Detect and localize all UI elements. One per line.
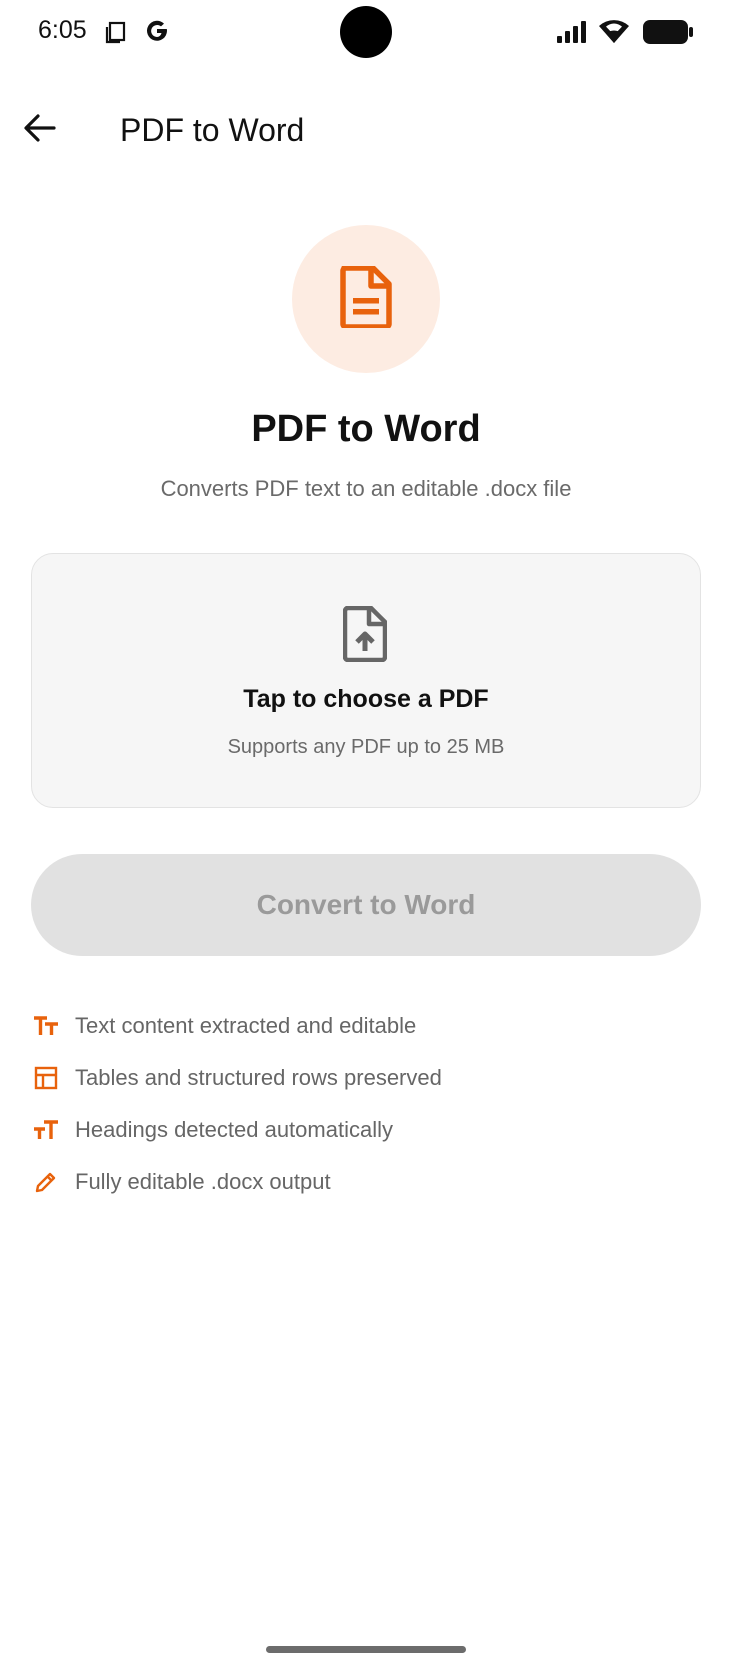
list-item: Fully editable .docx output (31, 1156, 701, 1208)
text-format-icon (31, 1011, 61, 1041)
choose-pdf-dropzone[interactable]: Tap to choose a PDF Supports any PDF up … (31, 553, 701, 808)
file-upload-icon (342, 605, 388, 667)
status-time: 6:05 (38, 16, 87, 44)
pencil-icon (31, 1167, 61, 1197)
feature-list: Text content extracted and editable Tabl… (31, 1000, 701, 1208)
app-bar: PDF to Word (0, 90, 732, 170)
feature-label: Tables and structured rows preserved (75, 1065, 442, 1090)
document-icon (340, 264, 392, 333)
list-item: Tables and structured rows preserved (31, 1052, 701, 1104)
google-icon (144, 18, 170, 49)
dropzone-title: Tap to choose a PDF (243, 685, 489, 713)
list-item: Headings detected automatically (31, 1104, 701, 1156)
arrow-left-icon (23, 113, 57, 148)
feature-label: Headings detected automatically (75, 1117, 393, 1142)
wifi-icon (598, 18, 630, 49)
feature-label: Text content extracted and editable (75, 1013, 417, 1038)
feature-label: Fully editable .docx output (75, 1169, 331, 1194)
signal-icon (556, 20, 588, 49)
battery-icon (642, 19, 694, 50)
home-indicator[interactable] (266, 1646, 466, 1653)
list-item: Text content extracted and editable (31, 1000, 701, 1052)
screenshot-icon (104, 20, 128, 49)
status-bar: 6:05 (0, 0, 732, 64)
page-subtitle: Converts PDF text to an editable .docx f… (160, 476, 572, 501)
heading-icon (31, 1115, 61, 1145)
front-camera (340, 6, 392, 58)
convert-to-word-button[interactable]: Convert to Word (31, 854, 701, 956)
app-bar-title: PDF to Word (120, 112, 305, 148)
back-button[interactable] (14, 104, 66, 156)
hero-icon-circle (292, 225, 440, 373)
page-title: PDF to Word (251, 408, 481, 450)
table-icon (31, 1063, 61, 1093)
dropzone-subtitle: Supports any PDF up to 25 MB (227, 736, 505, 758)
